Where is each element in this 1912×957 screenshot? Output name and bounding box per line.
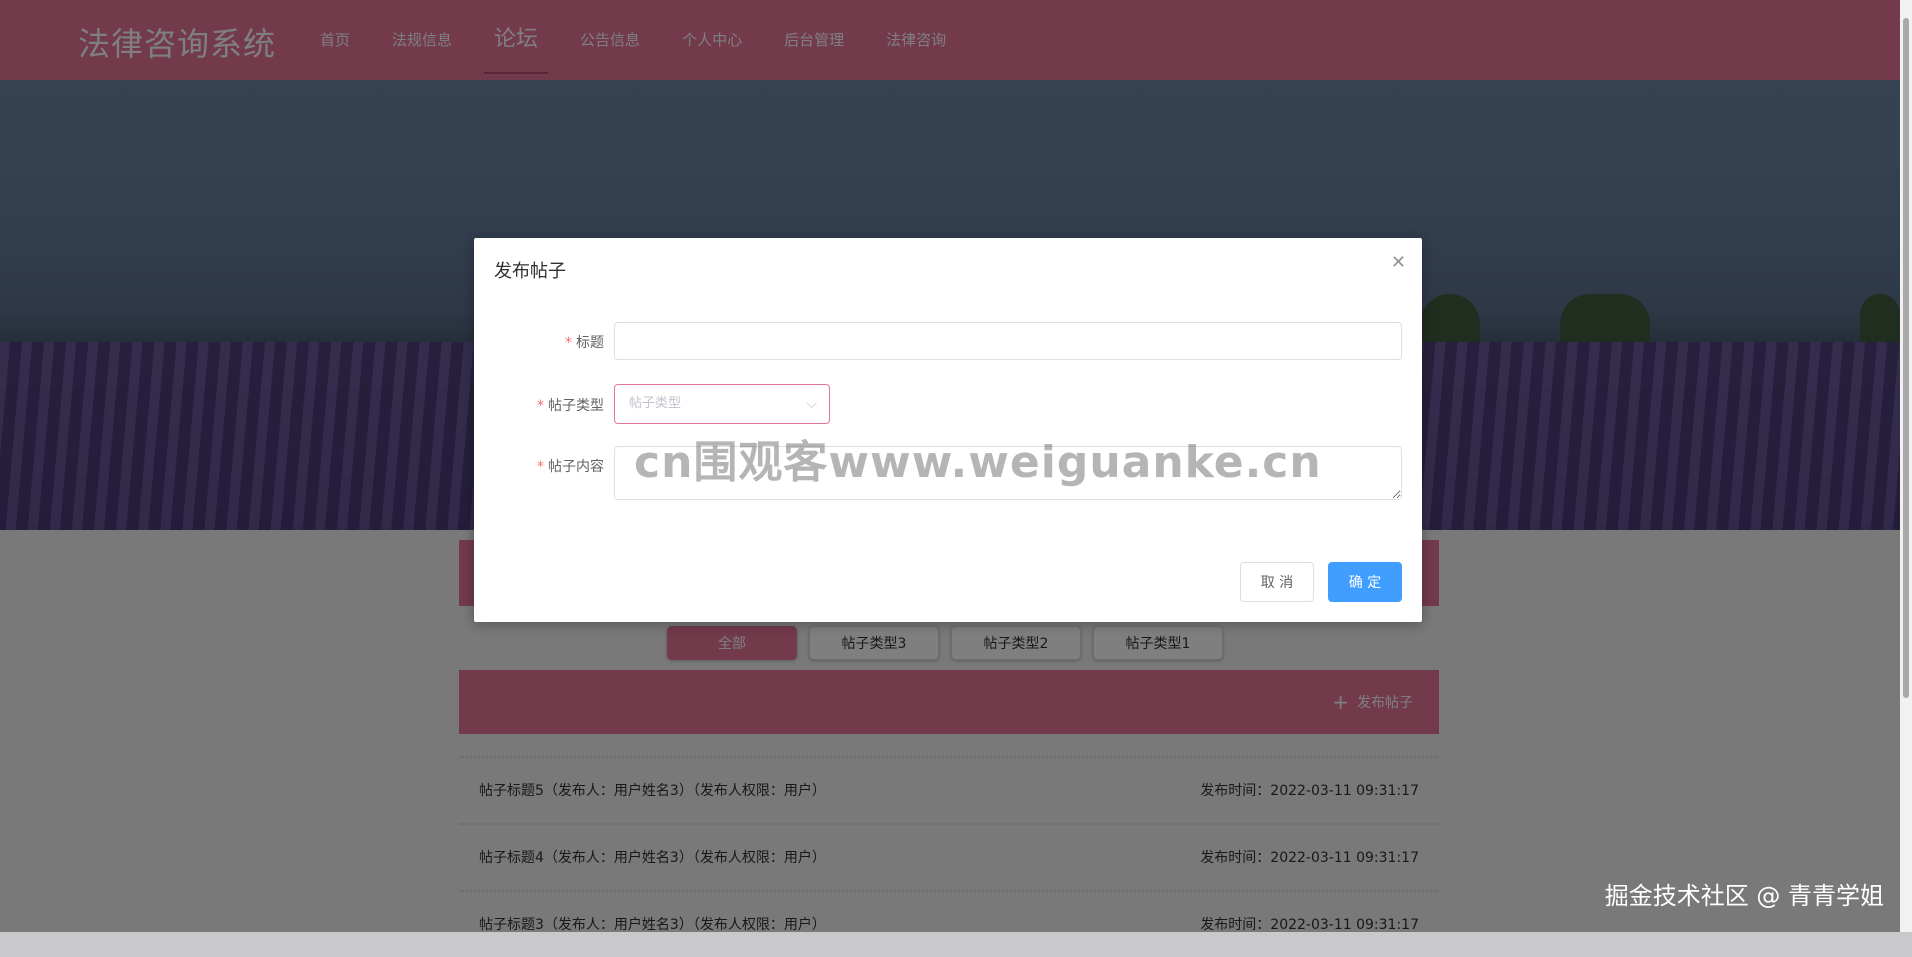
chevron-down-icon: ⌵ [806,396,817,412]
post-type-select[interactable]: 帖子类型 ⌵ [614,384,830,424]
title-label: * 标题 [565,335,604,351]
confirm-button[interactable]: 确 定 [1328,562,1402,602]
post-type-placeholder: 帖子类型 [629,396,682,411]
page-scrollbar[interactable] [1900,0,1912,932]
cancel-button[interactable]: 取 消 [1240,562,1314,602]
required-mark: * [537,459,544,475]
required-mark: * [565,335,572,351]
corner-credit: 掘金技术社区 @ 青青学姐 [1604,882,1884,910]
required-mark: * [537,398,544,414]
title-input[interactable] [614,322,1402,360]
close-icon[interactable]: ✕ [1391,252,1406,273]
site-watermark: cn围观客www.weiguanke.cn [634,437,1322,488]
scrollbar-thumb[interactable] [1903,18,1909,698]
content-label: * 帖子内容 [537,459,604,475]
type-label: * 帖子类型 [537,398,604,414]
dialog-title: 发布帖子 [494,261,566,282]
